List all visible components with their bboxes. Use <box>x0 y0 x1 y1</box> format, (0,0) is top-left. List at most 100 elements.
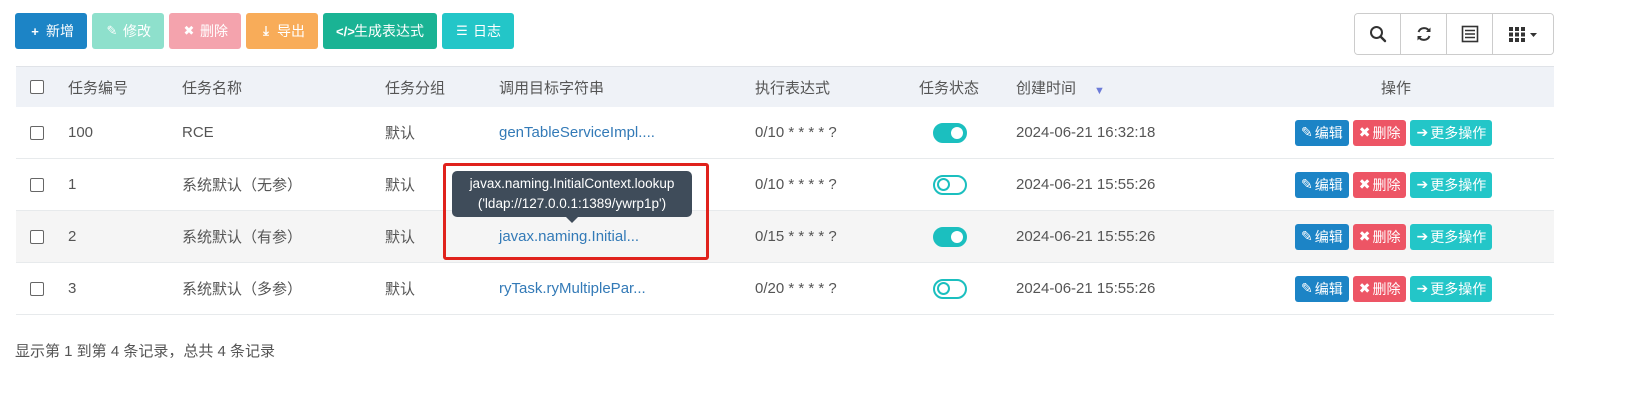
status-toggle[interactable] <box>933 226 967 247</box>
status-cell <box>933 107 967 158</box>
row-edit-button[interactable]: ✎ 编辑 <box>1295 171 1349 198</box>
row-edit-label: 编辑 <box>1314 228 1343 245</box>
row-more-button[interactable]: ➔ 更多操作 <box>1410 119 1493 146</box>
row-more-label: 更多操作 <box>1430 176 1487 193</box>
row-more-button[interactable]: ➔ 更多操作 <box>1410 275 1493 302</box>
log-button[interactable]: ☰ 日志 <box>442 13 514 49</box>
invoke-target-link[interactable]: genTableServiceImpl.... <box>499 107 655 158</box>
row-more-label: 更多操作 <box>1430 228 1487 245</box>
select-all-checkbox[interactable] <box>30 80 44 94</box>
delete-button[interactable]: ✖ 删除 <box>169 13 241 49</box>
table-row: 100 RCE 默认 genTableServiceImpl.... 0/10 … <box>16 107 1554 159</box>
create-time: 2024-06-21 15:55:26 <box>1016 280 1156 297</box>
job-group: 默认 <box>385 281 416 298</box>
create-time: 2024-06-21 15:55:26 <box>1016 228 1156 245</box>
row-checkbox[interactable] <box>30 281 44 296</box>
row-delete-button[interactable]: ✖ 删除 <box>1352 275 1407 302</box>
cron-expression: 0/20 * * * * ? <box>755 280 837 297</box>
row-delete-button[interactable]: ✖ 删除 <box>1352 119 1407 146</box>
job-id: 100 <box>68 124 94 141</box>
edit-button[interactable]: ✎ 修改 <box>92 13 164 49</box>
times-icon: ✖ <box>1358 228 1371 244</box>
row-delete-button[interactable]: ✖ 删除 <box>1352 171 1407 198</box>
refresh-icon <box>1417 27 1430 41</box>
toolbar: + 新增 ✎ 修改 ✖ 删除 ⤓ 导出 </> 生成表达式 ☰ 日志 <box>15 13 514 49</box>
row-delete-label: 删除 <box>1372 228 1401 245</box>
row-checkbox[interactable] <box>30 177 44 192</box>
cron-expression: 0/15 * * * * ? <box>755 228 837 245</box>
list-view-icon <box>1461 25 1478 43</box>
generate-expression-button[interactable]: </> 生成表达式 <box>323 13 437 49</box>
times-icon: ✖ <box>183 23 195 38</box>
chevron-circle-icon: ➔ <box>1416 280 1429 296</box>
list-icon: ☰ <box>456 23 468 38</box>
status-cell <box>933 159 967 210</box>
columns-icon <box>1509 27 1537 42</box>
row-more-label: 更多操作 <box>1430 280 1487 297</box>
header-invoke-target[interactable]: 调用目标字符串 <box>499 67 604 107</box>
table-row: 1 系统默认（无参） 默认 0/10 * * * * ? 2024-06-21 … <box>16 159 1554 211</box>
cron-expression: 0/10 * * * * ? <box>755 124 837 141</box>
sort-desc-icon: ▼ <box>1094 85 1105 97</box>
select-all-cell <box>30 67 44 107</box>
row-checkbox-cell <box>30 159 44 210</box>
row-delete-label: 删除 <box>1372 280 1401 297</box>
header-job-group[interactable]: 任务分组 <box>385 67 445 107</box>
header-job-name[interactable]: 任务名称 <box>182 67 242 107</box>
delete-label: 删除 <box>200 23 228 39</box>
plus-icon: + <box>31 23 39 39</box>
header-create-time[interactable]: 创建时间 ▼ <box>1016 67 1105 107</box>
status-toggle[interactable] <box>933 278 967 299</box>
log-label: 日志 <box>473 23 501 39</box>
times-icon: ✖ <box>1358 124 1371 140</box>
export-label: 导出 <box>277 23 305 39</box>
columns-dropdown-button[interactable] <box>1493 14 1553 54</box>
row-checkbox-cell <box>30 107 44 158</box>
row-edit-label: 编辑 <box>1314 176 1343 193</box>
row-edit-label: 编辑 <box>1314 280 1343 297</box>
generate-label: 生成表达式 <box>354 23 424 39</box>
pagination-summary: 显示第 1 到第 4 条记录，总共 4 条记录 <box>15 343 276 360</box>
job-name: 系统默认（无参） <box>182 177 303 194</box>
row-edit-button[interactable]: ✎ 编辑 <box>1295 275 1349 302</box>
row-checkbox[interactable] <box>30 125 44 140</box>
row-edit-label: 编辑 <box>1314 124 1343 141</box>
highlight-box <box>443 163 709 260</box>
search-toggle-button[interactable] <box>1355 14 1401 54</box>
invoke-target-link[interactable]: ryTask.ryMultiplePar... <box>499 263 646 314</box>
header-actions: 操作 <box>1381 79 1412 97</box>
edit-icon: ✎ <box>1301 176 1313 192</box>
row-delete-button[interactable]: ✖ 删除 <box>1352 223 1407 250</box>
times-icon: ✖ <box>1358 176 1371 192</box>
add-button[interactable]: + 新增 <box>15 13 87 49</box>
edit-icon: ✎ <box>1301 124 1313 140</box>
row-actions: ✎ 编辑 ✖ 删除 ➔ 更多操作 <box>1295 107 1493 158</box>
row-checkbox[interactable] <box>30 229 44 244</box>
table-tools <box>1354 13 1554 55</box>
row-edit-button[interactable]: ✎ 编辑 <box>1295 223 1349 250</box>
toggle-view-button[interactable] <box>1447 14 1493 54</box>
times-icon: ✖ <box>1358 280 1371 296</box>
row-more-button[interactable]: ➔ 更多操作 <box>1410 171 1493 198</box>
chevron-circle-icon: ➔ <box>1416 176 1429 192</box>
refresh-button[interactable] <box>1401 14 1447 54</box>
status-cell <box>933 263 967 314</box>
row-edit-button[interactable]: ✎ 编辑 <box>1295 119 1349 146</box>
job-name: RCE <box>182 124 214 141</box>
download-icon: ⤓ <box>263 23 269 38</box>
status-toggle[interactable] <box>933 174 967 195</box>
table-header: 任务编号 任务名称 任务分组 调用目标字符串 执行表达式 任务状态 创建时间 ▼… <box>16 66 1554 108</box>
job-id: 3 <box>68 280 77 297</box>
job-id: 2 <box>68 228 77 245</box>
header-status[interactable]: 任务状态 <box>919 67 979 107</box>
row-actions: ✎ 编辑 ✖ 删除 ➔ 更多操作 <box>1295 159 1493 210</box>
header-job-id[interactable]: 任务编号 <box>68 67 128 107</box>
status-toggle[interactable] <box>933 122 967 143</box>
status-cell <box>933 211 967 262</box>
create-time: 2024-06-21 15:55:26 <box>1016 176 1156 193</box>
row-actions: ✎ 编辑 ✖ 删除 ➔ 更多操作 <box>1295 263 1493 314</box>
header-cron-expression[interactable]: 执行表达式 <box>755 67 830 107</box>
export-button[interactable]: ⤓ 导出 <box>246 13 318 49</box>
row-more-button[interactable]: ➔ 更多操作 <box>1410 223 1493 250</box>
job-group: 默认 <box>385 229 416 246</box>
